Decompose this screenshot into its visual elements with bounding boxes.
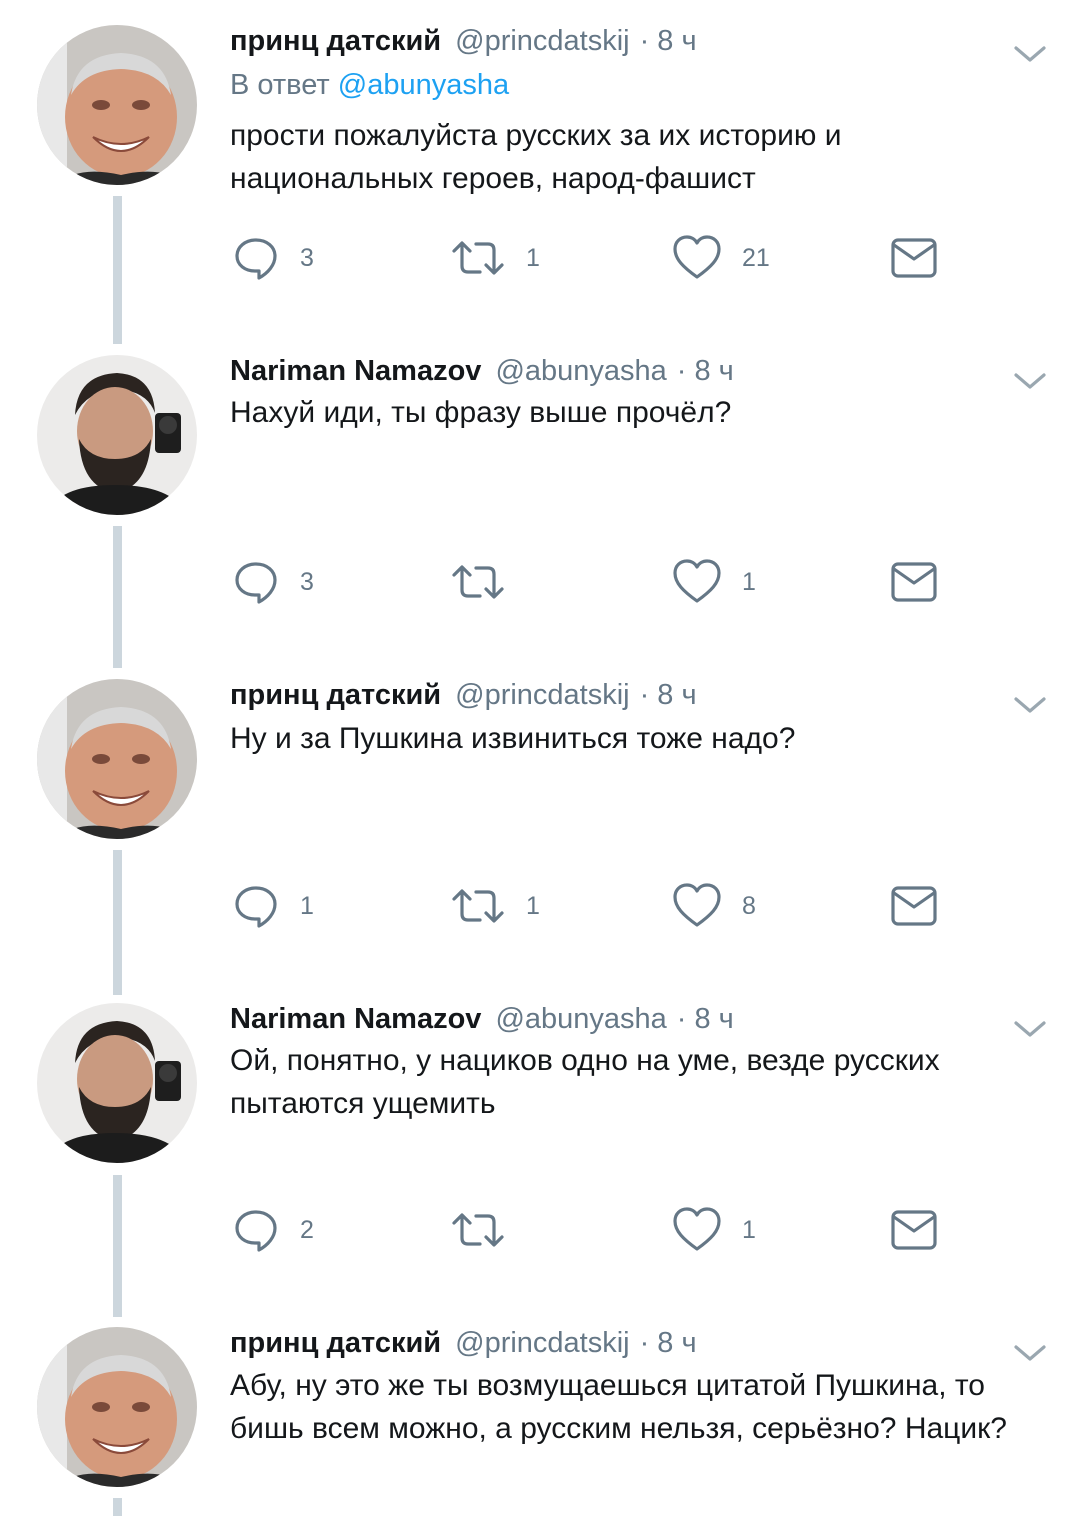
tweet-text-line: Ой, понятно, у нациков одно на уме, везд… xyxy=(230,1044,940,1077)
timestamp[interactable]: 8 ч xyxy=(694,1003,733,1036)
envelope-icon xyxy=(891,562,937,602)
action-bar: 2 1 xyxy=(0,1205,1080,1255)
reply-button[interactable]: 3 xyxy=(232,233,314,283)
tweet[interactable]: Nariman Namazov @abunyasha · 8 ч Нахуй и… xyxy=(0,355,1080,655)
separator-dot: · xyxy=(639,679,650,711)
reply-context: В ответ @abunyasha xyxy=(230,69,509,102)
reply-mention-link[interactable]: @abunyasha xyxy=(338,69,509,101)
author-name[interactable]: принц датский xyxy=(230,1327,441,1360)
retweet-button[interactable] xyxy=(450,557,526,607)
direct-message-button[interactable] xyxy=(890,1205,938,1255)
retweet-icon xyxy=(452,241,504,275)
tweet-text: Нахуй иди, ты фразу выше прочёл? xyxy=(230,391,1050,434)
reply-icon xyxy=(235,886,277,928)
retweet-button[interactable]: 1 xyxy=(450,881,540,931)
author-name[interactable]: принц датский xyxy=(230,679,441,712)
envelope-icon xyxy=(891,886,937,926)
like-button[interactable]: 1 xyxy=(672,557,756,607)
tweet-text: Ой, понятно, у нациков одно на уме, везд… xyxy=(230,1039,1050,1125)
author-handle[interactable]: @abunyasha xyxy=(495,355,666,388)
reply-button[interactable]: 2 xyxy=(232,1205,314,1255)
avatar[interactable] xyxy=(37,355,197,515)
separator-dot: · xyxy=(676,355,687,387)
tweet-header: принц датский @princdatskij · 8 ч xyxy=(230,25,697,69)
tweet-text: прости пожалуйста русских за их историю … xyxy=(230,114,1050,200)
envelope-icon xyxy=(891,1210,937,1250)
avatar[interactable] xyxy=(37,1327,197,1487)
action-bar: 3 1 xyxy=(0,557,1080,607)
chevron-down-icon[interactable] xyxy=(1010,689,1050,719)
like-count: 1 xyxy=(742,567,756,596)
like-button[interactable]: 21 xyxy=(672,233,770,283)
reply-count: 3 xyxy=(300,567,314,596)
retweet-count: 1 xyxy=(526,243,540,272)
chevron-down-icon[interactable] xyxy=(1010,38,1050,68)
like-button[interactable]: 8 xyxy=(672,881,756,931)
chevron-down-icon[interactable] xyxy=(1010,1337,1050,1367)
like-count: 1 xyxy=(742,1215,756,1244)
retweet-button[interactable]: 1 xyxy=(450,233,540,283)
action-bar: 1 1 8 xyxy=(0,881,1080,931)
timestamp[interactable]: 8 ч xyxy=(657,1327,696,1360)
author-handle[interactable]: @princdatskij xyxy=(455,25,630,58)
reply-icon xyxy=(235,1210,277,1252)
author-handle[interactable]: @abunyasha xyxy=(495,1003,666,1036)
timestamp[interactable]: 8 ч xyxy=(694,355,733,388)
separator-dot: · xyxy=(676,1003,687,1035)
author-name[interactable]: принц датский xyxy=(230,25,441,58)
tweet-text: Абу, ну это же ты возмущаешься цитатой П… xyxy=(230,1364,1050,1450)
reply-count: 2 xyxy=(300,1215,314,1244)
tweet[interactable]: Nariman Namazov @abunyasha · 8 ч Ой, пон… xyxy=(0,1003,1080,1303)
reply-icon xyxy=(235,562,277,604)
heart-icon xyxy=(673,1207,721,1251)
tweet-text-line: Ну и за Пушкина извиниться тоже надо? xyxy=(230,722,796,755)
tweet-text-line: национальных героев, народ-фашист xyxy=(230,162,756,195)
avatar[interactable] xyxy=(37,679,197,839)
separator-dot: · xyxy=(639,25,650,57)
reply-count: 1 xyxy=(300,891,314,920)
author-name[interactable]: Nariman Namazov xyxy=(230,355,481,388)
tweet[interactable]: принц датский @princdatskij · 8 ч Ну и з… xyxy=(0,679,1080,979)
retweet-icon xyxy=(452,565,504,599)
tweet-text-line: Абу, ну это же ты возмущаешься цитатой П… xyxy=(230,1369,985,1402)
retweet-icon xyxy=(452,1213,504,1247)
envelope-icon xyxy=(891,238,937,278)
retweet-icon xyxy=(452,889,504,923)
heart-icon xyxy=(673,235,721,279)
tweet-text-line: Нахуй иди, ты фразу выше прочёл? xyxy=(230,396,732,429)
action-bar: 3 1 21 xyxy=(0,233,1080,283)
tweet-text-line: пытаются ущемить xyxy=(230,1087,496,1120)
timestamp[interactable]: 8 ч xyxy=(657,25,696,58)
like-count: 8 xyxy=(742,891,756,920)
reply-icon xyxy=(235,238,277,280)
direct-message-button[interactable] xyxy=(890,233,938,283)
like-count: 21 xyxy=(742,243,770,272)
author-handle[interactable]: @princdatskij xyxy=(455,679,630,712)
tweet-text-line: бишь всем можно, а русским нельзя, серьё… xyxy=(230,1412,1007,1445)
reply-button[interactable]: 3 xyxy=(232,557,314,607)
direct-message-button[interactable] xyxy=(890,557,938,607)
tweet[interactable]: принц датский @princdatskij · 8 ч В отве… xyxy=(0,25,1080,325)
like-button[interactable]: 1 xyxy=(672,1205,756,1255)
avatar[interactable] xyxy=(37,25,197,185)
tweet[interactable]: принц датский @princdatskij · 8 ч Абу, н… xyxy=(0,1327,1080,1516)
heart-icon xyxy=(673,559,721,603)
direct-message-button[interactable] xyxy=(890,881,938,931)
heart-icon xyxy=(673,883,721,927)
author-name[interactable]: Nariman Namazov xyxy=(230,1003,481,1036)
avatar[interactable] xyxy=(37,1003,197,1163)
reply-prefix: В ответ xyxy=(230,69,330,101)
reply-button[interactable]: 1 xyxy=(232,881,314,931)
timestamp[interactable]: 8 ч xyxy=(657,679,696,712)
retweet-button[interactable] xyxy=(450,1205,526,1255)
reply-count: 3 xyxy=(300,243,314,272)
separator-dot: · xyxy=(639,1327,650,1359)
tweet-text-line: прости пожалуйста русских за их историю … xyxy=(230,119,842,152)
author-handle[interactable]: @princdatskij xyxy=(455,1327,630,1360)
retweet-count: 1 xyxy=(526,891,540,920)
tweet-text: Ну и за Пушкина извиниться тоже надо? xyxy=(230,717,1050,760)
